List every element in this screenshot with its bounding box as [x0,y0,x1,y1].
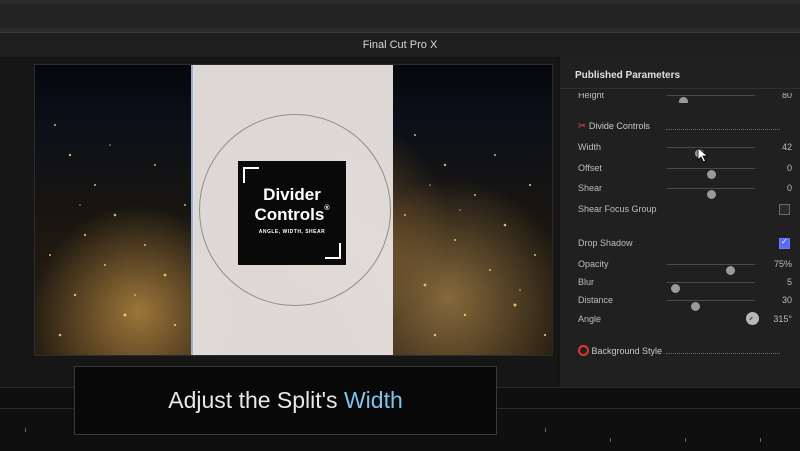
slider-track[interactable] [667,264,755,275]
param-value[interactable]: 5 [787,277,792,287]
divider-controls-logo: Divider Controls® ANGLE, WIDTH, SHEAR [238,161,346,265]
panel-title: Published Parameters [575,70,681,81]
param-label: Drop Shadow [578,238,633,248]
circle-icon [578,345,589,356]
group-label: Background Style [591,346,663,356]
drop-shadow-checkbox[interactable] [779,237,790,249]
slider-track[interactable] [667,95,755,103]
param-angle[interactable]: Angle 315° [578,312,794,327]
param-value[interactable]: 0 [787,183,792,193]
slider-knob[interactable] [706,170,716,179]
timeline-tick [760,438,761,442]
timeline-tick [545,428,546,432]
top-toolbar [0,0,800,33]
inspector-panel [560,57,800,387]
param-blur[interactable]: Blur 5 [578,276,794,293]
param-opacity[interactable]: Opacity 75% [578,258,794,275]
param-offset[interactable]: Offset 0 [578,162,794,179]
logo-line-1: Divider [263,185,321,204]
param-value[interactable]: 0 [787,163,792,173]
group-label: Divide Controls [588,121,650,131]
toolbar-inner [0,4,800,28]
angle-dial-icon[interactable] [746,312,759,325]
timeline-tick [685,438,686,442]
slider-track[interactable] [667,147,755,158]
param-label: Shear [578,183,603,193]
slider-track[interactable] [667,168,755,179]
slider-track[interactable] [667,300,755,311]
scissors-icon: ✂ [578,121,587,132]
param-label: Angle [578,314,602,324]
param-value[interactable]: 75% [774,259,792,269]
panel-divider [560,88,800,89]
param-label: Offset [578,163,602,173]
caption-prefix: Adjust the Split's [168,387,344,413]
slider-track[interactable] [667,282,755,293]
group-dotted-rule [666,129,780,130]
param-shear[interactable]: Shear 0 [578,182,794,199]
param-label: Opacity [578,259,609,269]
shear-focus-checkbox[interactable] [779,204,790,215]
logo-subtitle: ANGLE, WIDTH, SHEAR [258,229,326,235]
logo-corner-top-left [243,167,259,183]
param-value[interactable]: 30 [782,295,792,305]
param-value[interactable]: 42 [782,142,792,152]
param-width[interactable]: Width 42 [578,141,794,158]
slider-knob[interactable] [690,302,700,311]
group-background-style[interactable]: Background Style [578,345,794,359]
caption-highlight: Width [343,387,403,413]
param-label: Blur [578,277,595,287]
param-label: Distance [578,295,614,305]
param-distance[interactable]: Distance 30 [578,294,794,311]
timeline-tick [25,428,26,432]
logo-corner-bottom-right [325,243,341,259]
param-label: Width [578,142,602,152]
window-title: Final Cut Pro X [0,33,800,57]
logo-line-2: Controls® [238,205,346,225]
param-drop-shadow[interactable]: Drop Shadow [578,237,794,251]
param-label: Shear Focus Group [578,204,657,214]
tutorial-caption: Adjust the Split's Width [74,366,497,435]
slider-knob[interactable] [670,284,680,293]
timeline-tick [610,438,611,442]
logo-line-2-text: Controls [254,205,325,224]
slider-track[interactable] [667,188,755,199]
registered-mark: ® [324,205,330,212]
param-value[interactable]: 315° [773,314,792,324]
param-shear-focus-group[interactable]: Shear Focus Group [578,203,794,217]
video-viewer[interactable]: Divider Controls® ANGLE, WIDTH, SHEAR [34,64,553,356]
mouse-cursor-icon [697,147,709,163]
group-divide-controls[interactable]: ✂ Divide Controls [578,121,794,135]
group-dotted-rule [666,353,780,354]
slider-knob[interactable] [706,190,716,199]
